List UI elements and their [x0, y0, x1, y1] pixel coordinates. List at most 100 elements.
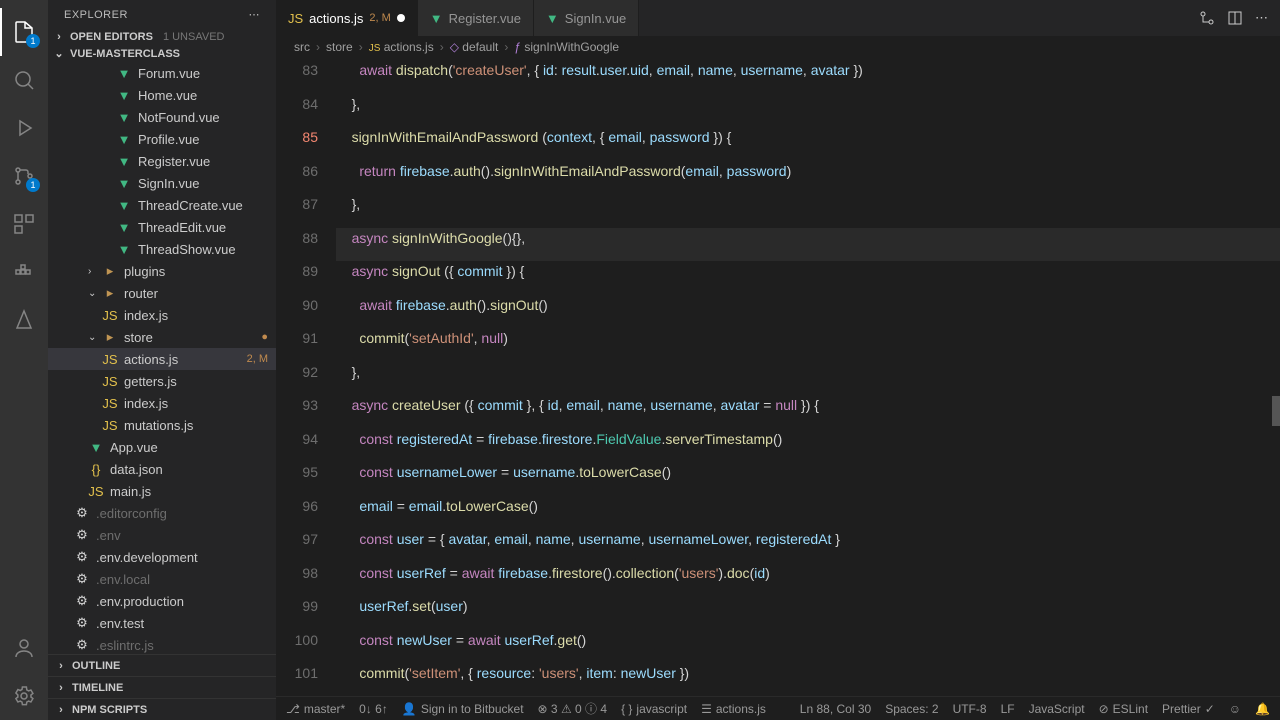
lang-hint[interactable]: { } javascript [621, 702, 687, 716]
spaces-status[interactable]: Spaces: 2 [885, 702, 938, 716]
tree-item-label: mutations.js [124, 418, 276, 433]
tree-item-label: Forum.vue [138, 66, 276, 81]
sidebar: EXPLORER ⋯ › OPEN EDITORS 1 UNSAVED ⌄ VU… [48, 0, 276, 720]
tree-item-label: .env.production [96, 594, 276, 609]
tree-item[interactable]: ⚙.env.production [48, 590, 276, 612]
tab[interactable]: JSactions.js2, M [276, 0, 418, 36]
tree-item[interactable]: ⚙.env.local [48, 568, 276, 590]
prettier-status[interactable]: Prettier ✓ [1162, 702, 1215, 716]
sync-status[interactable]: 0↓ 6↑ [359, 702, 388, 716]
timeline-section[interactable]: ›TIMELINE [48, 676, 276, 698]
chevron-icon: ⌄ [88, 332, 102, 343]
tree-item[interactable]: ▼Register.vue [48, 150, 276, 172]
tree-item[interactable]: {}data.json [48, 458, 276, 480]
problems-status[interactable]: ⊗ 3 ⚠ 0 ⓘ 4 [538, 700, 608, 717]
more-icon[interactable]: ⋯ [1255, 10, 1268, 26]
scrollbar[interactable] [1272, 58, 1280, 696]
tree-item-label: getters.js [124, 374, 276, 389]
tree-item-label: .editorconfig [96, 506, 276, 521]
account-icon[interactable] [0, 624, 48, 672]
tree-item[interactable]: ▼ThreadCreate.vue [48, 194, 276, 216]
tab[interactable]: ▼SignIn.vue [534, 0, 639, 36]
breadcrumb[interactable]: src›store›JS actions.js›◇ default›ƒ sign… [276, 36, 1280, 58]
split-icon[interactable] [1227, 10, 1243, 26]
breadcrumb-item[interactable]: ƒ signInWithGoogle [514, 40, 619, 54]
tree-item[interactable]: ⚙.eslintrc.js [48, 634, 276, 654]
language-status[interactable]: JavaScript [1029, 702, 1085, 716]
source-control-icon[interactable]: 1 [0, 152, 48, 200]
tree-item[interactable]: JSindex.js [48, 392, 276, 414]
tabs: JSactions.js2, M▼Register.vue▼SignIn.vue… [276, 0, 1280, 36]
tree-item[interactable]: ⚙.env.test [48, 612, 276, 634]
scrollbar-thumb[interactable] [1272, 396, 1280, 426]
feedback-icon[interactable]: ☺ [1229, 702, 1241, 716]
branch-status[interactable]: ⎇ master* [286, 702, 345, 716]
more-icon[interactable]: ⋯ [249, 8, 261, 21]
tree-item-label: .env [96, 528, 276, 543]
tree-item[interactable]: ▼Home.vue [48, 84, 276, 106]
tree-item[interactable]: JSmain.js [48, 480, 276, 502]
tree-item-label: ThreadCreate.vue [138, 198, 276, 213]
azure-icon[interactable] [0, 296, 48, 344]
dirty-icon [397, 14, 405, 22]
file-tree: ▼Forum.vue▼Home.vue▼NotFound.vue▼Profile… [48, 62, 276, 654]
tree-item[interactable]: ⚙.editorconfig [48, 502, 276, 524]
tree-item[interactable]: ▼Forum.vue [48, 62, 276, 84]
signin-button[interactable]: 👤 Sign in to Bitbucket [402, 702, 524, 716]
code-area[interactable]: await dispatch('createUser', { id: resul… [336, 58, 1280, 696]
tree-item[interactable]: ⚙.env.development [48, 546, 276, 568]
breadcrumb-item[interactable]: ◇ default [450, 40, 499, 54]
tree-item[interactable]: JSmutations.js [48, 414, 276, 436]
editor-group: JSactions.js2, M▼Register.vue▼SignIn.vue… [276, 0, 1280, 720]
tab-label: SignIn.vue [565, 11, 626, 26]
tree-item-label: data.json [110, 462, 276, 477]
tree-item-label: SignIn.vue [138, 176, 276, 191]
breadcrumb-item[interactable]: store [326, 40, 353, 54]
tab-label: actions.js [309, 11, 363, 26]
tree-item[interactable]: ›▸plugins [48, 260, 276, 282]
tree-item-label: .eslintrc.js [96, 638, 276, 653]
outline-section[interactable]: ›OUTLINE [48, 654, 276, 676]
tree-item[interactable]: ⌄▸store● [48, 326, 276, 348]
explorer-icon[interactable]: 1 [0, 8, 48, 56]
tree-item-label: plugins [124, 264, 276, 279]
run-icon[interactable] [0, 104, 48, 152]
tree-item[interactable]: ▼ThreadShow.vue [48, 238, 276, 260]
tree-item-label: router [124, 286, 276, 301]
tree-item-label: Profile.vue [138, 132, 276, 147]
search-icon[interactable] [0, 56, 48, 104]
editor[interactable]: 8384858687888990919293949596979899100101… [276, 58, 1280, 696]
git-status: 2, M [247, 353, 268, 365]
tree-item[interactable]: JSgetters.js [48, 370, 276, 392]
tree-item[interactable]: ▼App.vue [48, 436, 276, 458]
settings-icon[interactable] [0, 672, 48, 720]
chevron-icon: ⌄ [88, 288, 102, 299]
diff-icon[interactable] [1199, 10, 1215, 26]
eol-status[interactable]: LF [1001, 702, 1015, 716]
tree-item[interactable]: ▼NotFound.vue [48, 106, 276, 128]
npm-section[interactable]: ›NPM SCRIPTS [48, 698, 276, 720]
extensions-icon[interactable] [0, 200, 48, 248]
tree-item[interactable]: ⚙.env [48, 524, 276, 546]
tree-item-label: store [124, 330, 261, 345]
tree-item[interactable]: JSindex.js [48, 304, 276, 326]
breadcrumb-item[interactable]: src [294, 40, 310, 54]
workspace-section[interactable]: ⌄ VUE-MASTERCLASS [48, 45, 276, 62]
tab[interactable]: ▼Register.vue [418, 0, 534, 36]
tree-item[interactable]: ▼Profile.vue [48, 128, 276, 150]
tree-item-label: .env.development [96, 550, 276, 565]
tree-item[interactable]: ⌄▸router [48, 282, 276, 304]
tree-item-label: Home.vue [138, 88, 276, 103]
tree-item[interactable]: ▼ThreadEdit.vue [48, 216, 276, 238]
tree-item[interactable]: JSactions.js2, M [48, 348, 276, 370]
docker-icon[interactable] [0, 248, 48, 296]
tree-item[interactable]: ▼SignIn.vue [48, 172, 276, 194]
sidebar-title: EXPLORER ⋯ [48, 0, 276, 29]
encoding-status[interactable]: UTF-8 [953, 702, 987, 716]
file-hint[interactable]: ☰ actions.js [701, 702, 766, 716]
eslint-status[interactable]: ⊘ ESLint [1099, 702, 1148, 716]
bell-icon[interactable]: 🔔 [1255, 702, 1270, 716]
open-editors-section[interactable]: › OPEN EDITORS 1 UNSAVED [48, 29, 276, 45]
breadcrumb-item[interactable]: JS actions.js [369, 40, 434, 54]
cursor-position[interactable]: Ln 88, Col 30 [800, 702, 871, 716]
